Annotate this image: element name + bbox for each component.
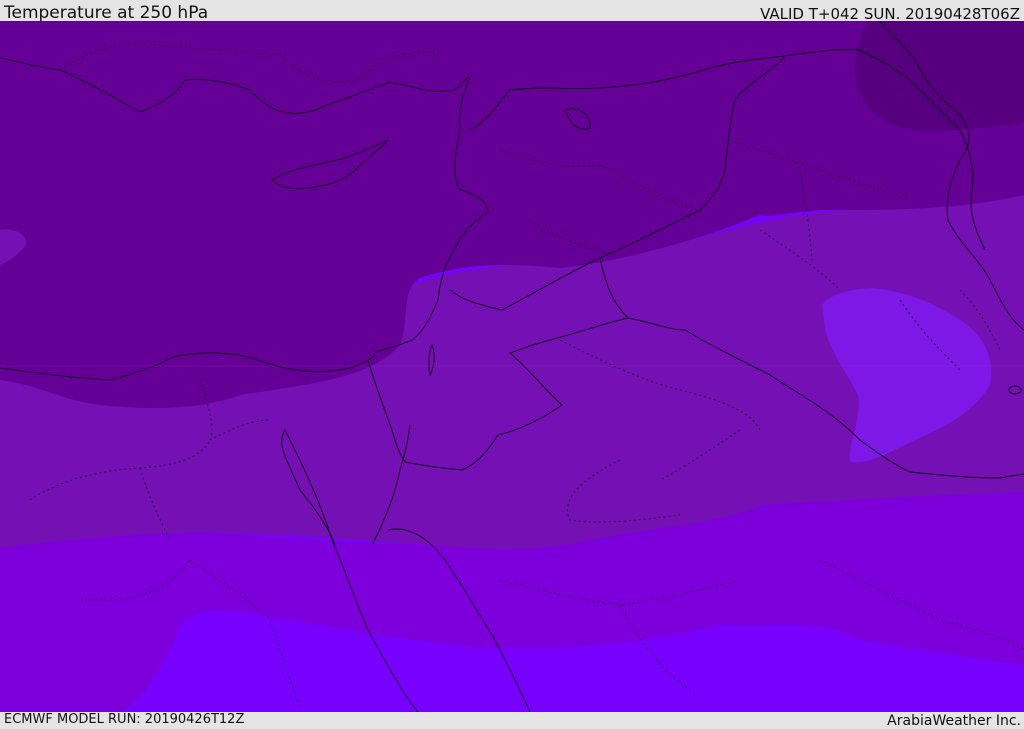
weather-map [0,21,1024,712]
footer-bar: ECMWF MODEL RUN: 20190426T12Z ArabiaWeat… [0,712,1024,729]
model-run: ECMWF MODEL RUN: 20190426T12Z [4,712,245,727]
temp-band-darkest [854,21,1024,131]
brand-credit: ArabiaWeather Inc. [887,713,1021,729]
map-title: Temperature at 250 hPa [4,3,209,23]
header-bar: Temperature at 250 hPa VALID T+042 SUN. … [0,0,1024,23]
